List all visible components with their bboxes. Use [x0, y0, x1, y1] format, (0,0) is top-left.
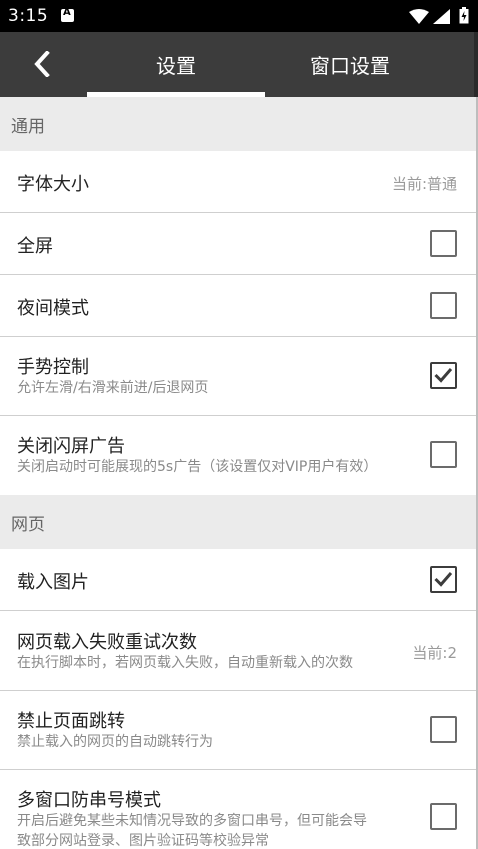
setting-title: 禁止页面跳转 — [17, 711, 125, 732]
setting-no-redirect[interactable]: 禁止页面跳转 禁止载入的网页的自动跳转行为 — [0, 691, 476, 770]
setting-retry-count[interactable]: 网页载入失败重试次数 在执行脚本时，若网页载入失败，自动重新载入的次数 当前:2 — [0, 611, 476, 691]
app-bar: 设置 窗口设置 — [0, 32, 478, 97]
setting-value: 当前:普通 — [391, 175, 457, 193]
setting-value: 当前:2 — [412, 644, 457, 662]
setting-title: 夜间模式 — [17, 298, 89, 319]
section-header-general: 通用 — [0, 97, 476, 151]
setting-title: 关闭闪屏广告 — [17, 436, 125, 457]
setting-splash-ad[interactable]: 关闭闪屏广告 关闭启动时可能展现的5s广告（该设置仅对VIP用户有效） — [0, 416, 476, 495]
back-button[interactable] — [22, 46, 62, 82]
setting-font-size[interactable]: 字体大小 当前:普通 — [0, 151, 476, 213]
check-icon — [434, 572, 453, 587]
setting-title: 网页载入失败重试次数 — [17, 632, 197, 653]
setting-title: 手势控制 — [17, 357, 89, 378]
setting-night-mode[interactable]: 夜间模式 — [0, 275, 476, 337]
setting-subtitle-line1: 开启后避免某些未知情况导致的多窗口串号，但可能会导 — [17, 813, 367, 829]
setting-title: 多窗口防串号模式 — [17, 790, 161, 811]
splash-ad-checkbox[interactable] — [430, 441, 457, 468]
setting-subtitle: 关闭启动时可能展现的5s广告（该设置仅对VIP用户有效） — [17, 459, 378, 475]
section-header-web: 网页 — [0, 495, 476, 549]
battery-icon — [459, 7, 469, 24]
setting-title: 全屏 — [17, 236, 53, 257]
signal-icon — [433, 9, 450, 24]
tab-window-settings[interactable]: 窗口设置 — [265, 32, 435, 97]
setting-fullscreen[interactable]: 全屏 — [0, 213, 476, 275]
chevron-left-icon — [34, 51, 50, 77]
setting-title: 字体大小 — [17, 174, 89, 195]
gesture-checkbox[interactable] — [430, 362, 457, 389]
multi-window-checkbox[interactable] — [430, 803, 457, 830]
app-bar-edge — [474, 32, 478, 97]
load-images-checkbox[interactable] — [430, 566, 457, 593]
wifi-icon — [409, 9, 429, 24]
setting-subtitle-line2: 致部分网站登录、图片验证码等校验异常 — [17, 833, 269, 849]
status-bar: 3:15 — [0, 0, 478, 32]
night-mode-checkbox[interactable] — [430, 292, 457, 319]
setting-gesture[interactable]: 手势控制 允许左滑/右滑来前进/后退网页 — [0, 337, 476, 416]
setting-multi-window[interactable]: 多窗口防串号模式 开启后避免某些未知情况导致的多窗口串号，但可能会导 致部分网站… — [0, 770, 476, 849]
settings-list[interactable]: 通用 字体大小 当前:普通 全屏 夜间模式 手势控制 允许左滑/右滑来前进/后退… — [0, 97, 476, 849]
setting-load-images[interactable]: 载入图片 — [0, 549, 476, 611]
tab-settings[interactable]: 设置 — [87, 32, 265, 97]
setting-title: 载入图片 — [17, 572, 89, 593]
notification-icon — [61, 7, 74, 22]
setting-subtitle: 禁止载入的网页的自动跳转行为 — [17, 734, 213, 750]
setting-subtitle: 在执行脚本时，若网页载入失败，自动重新载入的次数 — [17, 655, 353, 671]
setting-subtitle: 允许左滑/右滑来前进/后退网页 — [17, 380, 209, 396]
status-time: 3:15 — [8, 6, 49, 26]
no-redirect-checkbox[interactable] — [430, 716, 457, 743]
check-icon — [434, 368, 453, 383]
fullscreen-checkbox[interactable] — [430, 230, 457, 257]
